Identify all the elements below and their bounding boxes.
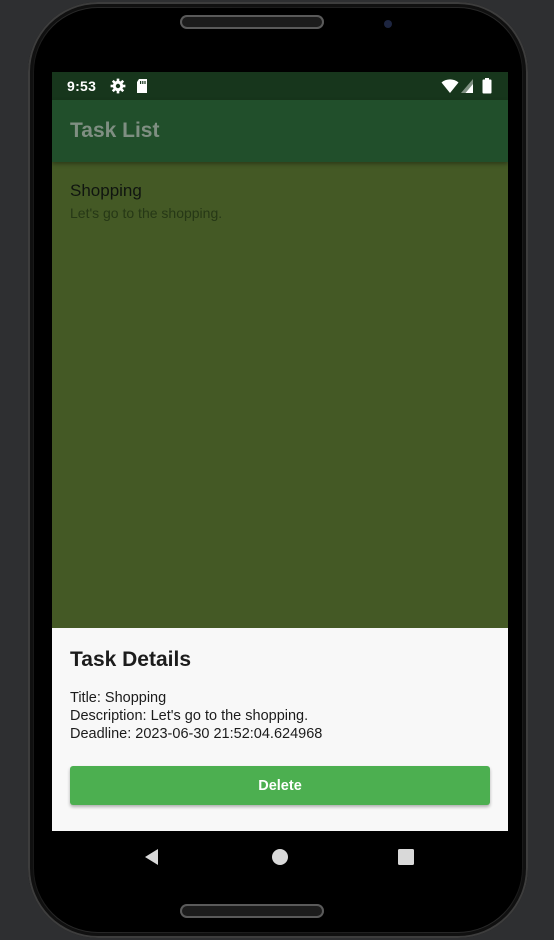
battery-icon: [482, 78, 492, 97]
list-item[interactable]: Shopping Let's go to the shopping.: [52, 162, 508, 232]
home-icon[interactable]: [268, 845, 292, 869]
status-bar: 9:53: [52, 72, 508, 100]
front-camera: [384, 20, 392, 28]
task-details-sheet: Task Details Title: Shopping Description…: [52, 628, 508, 831]
task-description: Let's go to the shopping.: [70, 205, 223, 221]
signal-icon: [460, 78, 474, 97]
recents-icon[interactable]: [394, 845, 418, 869]
sd-card-icon: [136, 78, 148, 97]
sheet-title: Task Details: [70, 648, 192, 671]
detail-deadline: Deadline: 2023-06-30 21:52:04.624968: [70, 726, 323, 742]
delete-button[interactable]: Delete: [70, 766, 490, 805]
status-time: 9:53: [67, 78, 97, 94]
bottom-speaker: [180, 904, 324, 918]
task-list[interactable]: Shopping Let's go to the shopping.: [52, 162, 508, 628]
wifi-icon: [441, 78, 459, 97]
device-screen: 9:53 Task List Shopping Let's go to the …: [52, 72, 508, 884]
task-title: Shopping: [70, 181, 142, 200]
back-icon[interactable]: [140, 845, 164, 869]
page-title: Task List: [70, 119, 160, 142]
earpiece-speaker: [180, 15, 324, 29]
system-nav-bar: [52, 831, 508, 884]
detail-description: Description: Let's go to the shopping.: [70, 708, 309, 724]
gear-icon: [110, 78, 126, 97]
app-bar: Task List: [52, 100, 508, 162]
detail-title: Title: Shopping: [70, 690, 167, 706]
